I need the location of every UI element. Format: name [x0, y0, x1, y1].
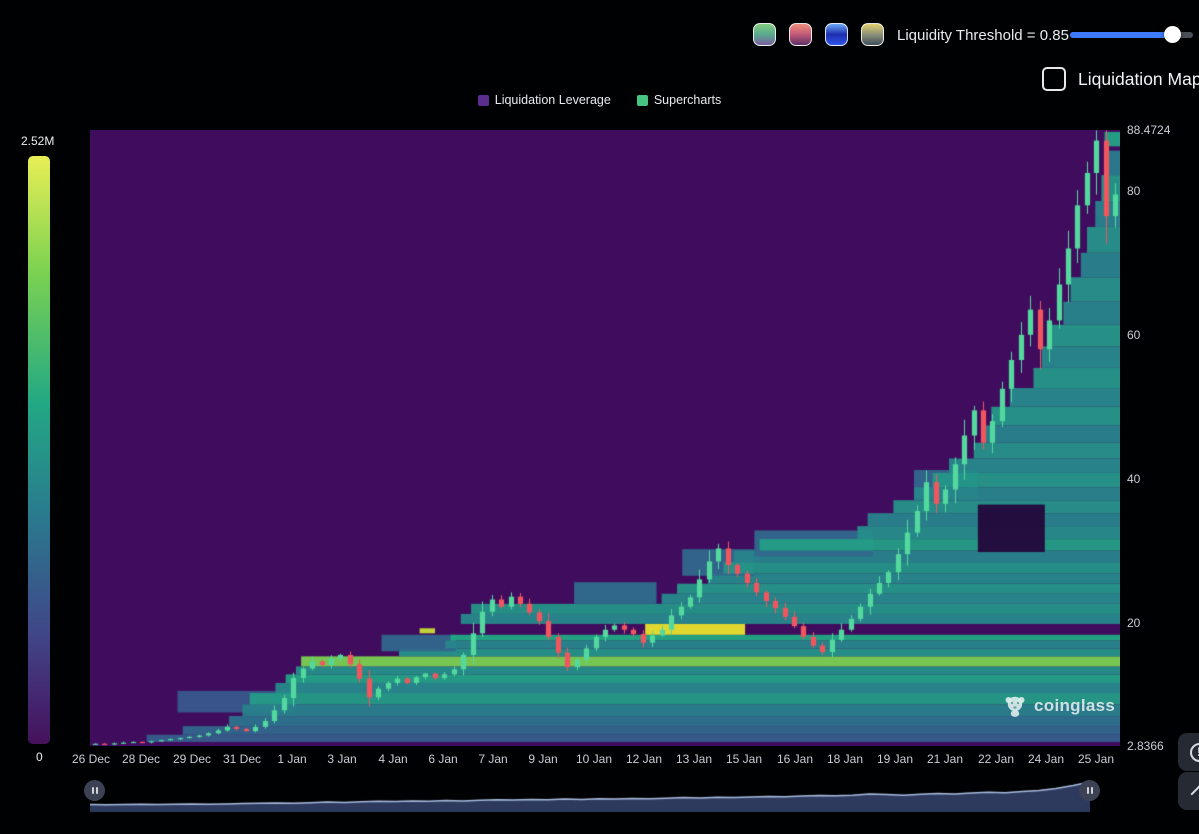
- x-axis-tick-label: 26 Dec: [72, 752, 110, 766]
- palette-magma-button[interactable]: [789, 23, 812, 46]
- x-axis-tick-label: 4 Jan: [378, 752, 407, 766]
- legend-label: Supercharts: [654, 93, 721, 107]
- x-axis-tick-label: 29 Dec: [173, 752, 211, 766]
- x-axis-tick-label: 31 Dec: [223, 752, 261, 766]
- liquidation-map-row: Liquidation Map: [1042, 67, 1199, 91]
- coinglass-bear-icon: [1003, 694, 1027, 718]
- legend-swatch-purple: [478, 95, 489, 106]
- x-axis-tick-label: 24 Jan: [1028, 752, 1064, 766]
- collapse-panel-button[interactable]: [1178, 772, 1199, 810]
- colorbar-gradient: [28, 156, 50, 744]
- y-axis-tick-label: 80: [1127, 184, 1140, 198]
- y-axis-tick-label: 20: [1127, 616, 1140, 630]
- y-axis-tick-label: 40: [1127, 472, 1140, 486]
- x-axis-tick-label: 1 Jan: [277, 752, 306, 766]
- chevron-up-icon: [1191, 785, 1199, 802]
- x-axis-tick-label: 21 Jan: [927, 752, 963, 766]
- alerts-button[interactable]: !: [1178, 733, 1199, 771]
- coinglass-watermark-text: coinglass: [1034, 696, 1115, 716]
- x-axis-tick-label: 19 Jan: [877, 752, 913, 766]
- palette-blues-button[interactable]: [825, 23, 848, 46]
- x-axis-tick-label: 12 Jan: [626, 752, 662, 766]
- x-axis-tick-label: 16 Jan: [777, 752, 813, 766]
- alert-badge-icon: !: [1190, 743, 1199, 762]
- liquidity-threshold-slider[interactable]: [1070, 32, 1193, 38]
- x-axis-tick-label: 9 Jan: [528, 752, 557, 766]
- coinglass-watermark: coinglass: [1003, 694, 1115, 718]
- navigator-right-handle[interactable]: [1079, 780, 1100, 801]
- slider-thumb[interactable]: [1164, 26, 1181, 43]
- navigator-canvas[interactable]: [90, 776, 1090, 814]
- liquidity-threshold-label: Liquidity Threshold = 0.85: [897, 27, 1069, 44]
- x-axis-tick-label: 10 Jan: [576, 752, 612, 766]
- legend-swatch-green: [637, 95, 648, 106]
- x-axis-tick-label: 22 Jan: [978, 752, 1014, 766]
- navigator-left-handle[interactable]: [84, 780, 105, 801]
- y-axis-tick-label: 60: [1127, 328, 1140, 342]
- chart-legend: Liquidation Leverage Supercharts: [0, 93, 1199, 107]
- x-axis-tick-label: 15 Jan: [726, 752, 762, 766]
- y-axis-top-label: 88.4724: [1127, 123, 1170, 137]
- x-axis-tick-label: 7 Jan: [478, 752, 507, 766]
- liquidation-heatmap-canvas[interactable]: [90, 130, 1120, 746]
- legend-label: Liquidation Leverage: [495, 93, 611, 107]
- x-axis-tick-label: 18 Jan: [827, 752, 863, 766]
- legend-item-supercharts[interactable]: Supercharts: [637, 93, 721, 107]
- x-axis-tick-label: 13 Jan: [676, 752, 712, 766]
- colormap-palette-group: [753, 23, 884, 46]
- liquidation-map-label: Liquidation Map: [1078, 69, 1199, 90]
- colorbar-max-label: 2.52M: [21, 134, 54, 148]
- x-axis-tick-label: 6 Jan: [428, 752, 457, 766]
- liquidation-map-checkbox[interactable]: [1042, 67, 1066, 91]
- x-axis-tick-label: 28 Dec: [122, 752, 160, 766]
- x-axis-tick-label: 3 Jan: [327, 752, 356, 766]
- colorbar-min-label: 0: [36, 750, 43, 764]
- palette-cividis-button[interactable]: [861, 23, 884, 46]
- legend-item-liquidation-leverage[interactable]: Liquidation Leverage: [478, 93, 611, 107]
- y-axis-bottom-label: 2.8366: [1127, 739, 1164, 753]
- liquidation-heatmap-page: Liquidity Threshold = 0.85 Liquidation M…: [0, 0, 1199, 834]
- palette-viridis-button[interactable]: [753, 23, 776, 46]
- x-axis-tick-label: 25 Jan: [1078, 752, 1114, 766]
